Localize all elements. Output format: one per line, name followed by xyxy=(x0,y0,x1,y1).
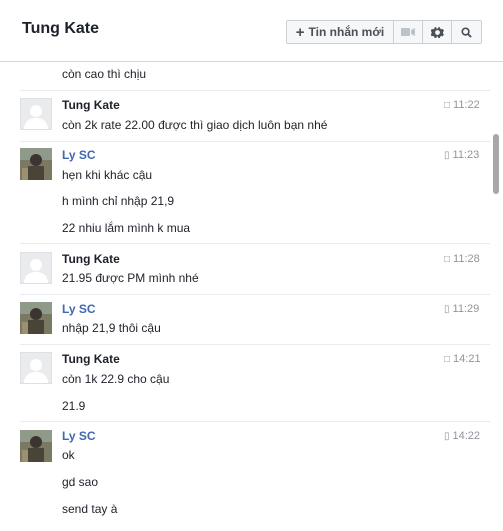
chat-bubble-icon: □ xyxy=(444,99,451,111)
divider xyxy=(20,243,490,244)
time-label: 11:23 xyxy=(452,149,480,161)
user-photo xyxy=(20,148,52,180)
message-text: còn cao thì chịu xyxy=(62,67,147,81)
plus-icon: + xyxy=(295,23,305,41)
new-message-label: Tin nhắn mới xyxy=(308,25,385,39)
message-time: ▯ 14:22 xyxy=(444,430,490,442)
conversation-header: Tung Kate + Tin nhắn mới xyxy=(0,0,503,62)
avatar[interactable] xyxy=(20,352,52,384)
message-text: còn 2k rate 22.00 được thì giao dịch luô… xyxy=(62,118,328,132)
default-avatar-icon xyxy=(24,105,48,129)
divider xyxy=(20,421,490,422)
user-photo xyxy=(20,430,52,462)
header-toolbar: + Tin nhắn mới xyxy=(286,20,482,44)
message-text: gd sao xyxy=(62,475,99,489)
message-text: send tay à xyxy=(62,502,118,516)
scrollbar-thumb[interactable] xyxy=(493,134,499,194)
divider xyxy=(20,294,490,295)
search-icon xyxy=(461,26,472,38)
gear-icon xyxy=(430,26,444,38)
conversation-title[interactable]: Tung Kate xyxy=(22,20,99,38)
chat-bubble-icon: □ xyxy=(444,353,451,365)
avatar[interactable] xyxy=(20,430,52,462)
avatar[interactable] xyxy=(20,302,52,334)
message-text: 22 nhiu lắm mình k mua xyxy=(62,221,191,235)
time-label: 11:29 xyxy=(452,303,480,315)
search-button[interactable] xyxy=(452,21,481,43)
message-time: □ 11:28 xyxy=(444,253,490,265)
chat-bubble-icon: □ xyxy=(444,253,451,265)
mobile-icon: ▯ xyxy=(444,303,450,315)
message-list[interactable]: còn cao thì chịu Tung Kate □ 11:22 còn 2… xyxy=(0,62,490,531)
time-label: 14:22 xyxy=(452,430,481,442)
message-text: còn 1k 22.9 cho cậu xyxy=(62,372,170,386)
divider xyxy=(20,90,490,91)
sender-name[interactable]: Tung Kate xyxy=(62,352,120,366)
scrollbar[interactable] xyxy=(490,62,503,531)
sender-name[interactable]: Ly SC xyxy=(62,148,96,162)
message-time: ▯ 11:23 xyxy=(444,149,490,161)
video-call-button[interactable] xyxy=(394,21,423,43)
message-text: h mình chỉ nhập 21,9 xyxy=(62,194,175,208)
message-time: □ 11:22 xyxy=(444,99,490,111)
sender-name[interactable]: Ly SC xyxy=(62,429,96,443)
default-avatar-icon xyxy=(24,259,48,283)
avatar[interactable] xyxy=(20,98,52,130)
avatar[interactable] xyxy=(20,252,52,284)
time-label: 11:22 xyxy=(453,99,480,111)
mobile-icon: ▯ xyxy=(444,149,450,161)
message-text: 21.95 được PM mình nhé xyxy=(62,271,199,285)
message-time: ▯ 11:29 xyxy=(444,303,490,315)
default-avatar-icon xyxy=(24,359,48,383)
sender-name[interactable]: Tung Kate xyxy=(62,252,120,266)
divider xyxy=(20,344,490,345)
time-label: 11:28 xyxy=(453,253,480,265)
user-photo xyxy=(20,302,52,334)
message-text: hẹn khi khác cậu xyxy=(62,168,153,182)
time-label: 14:21 xyxy=(453,353,481,365)
video-camera-icon xyxy=(401,28,415,36)
message-text: nhập 21,9 thôi cậu xyxy=(62,321,161,335)
divider xyxy=(20,141,490,142)
message-text: 21.9 xyxy=(62,399,86,413)
message-time: □ 14:21 xyxy=(444,353,490,365)
message-text: ok xyxy=(62,448,75,462)
new-message-button[interactable]: + Tin nhắn mới xyxy=(287,21,394,43)
avatar[interactable] xyxy=(20,148,52,180)
sender-name[interactable]: Tung Kate xyxy=(62,98,120,112)
mobile-icon: ▯ xyxy=(444,430,450,442)
settings-button[interactable] xyxy=(423,21,452,43)
sender-name[interactable]: Ly SC xyxy=(62,302,96,316)
